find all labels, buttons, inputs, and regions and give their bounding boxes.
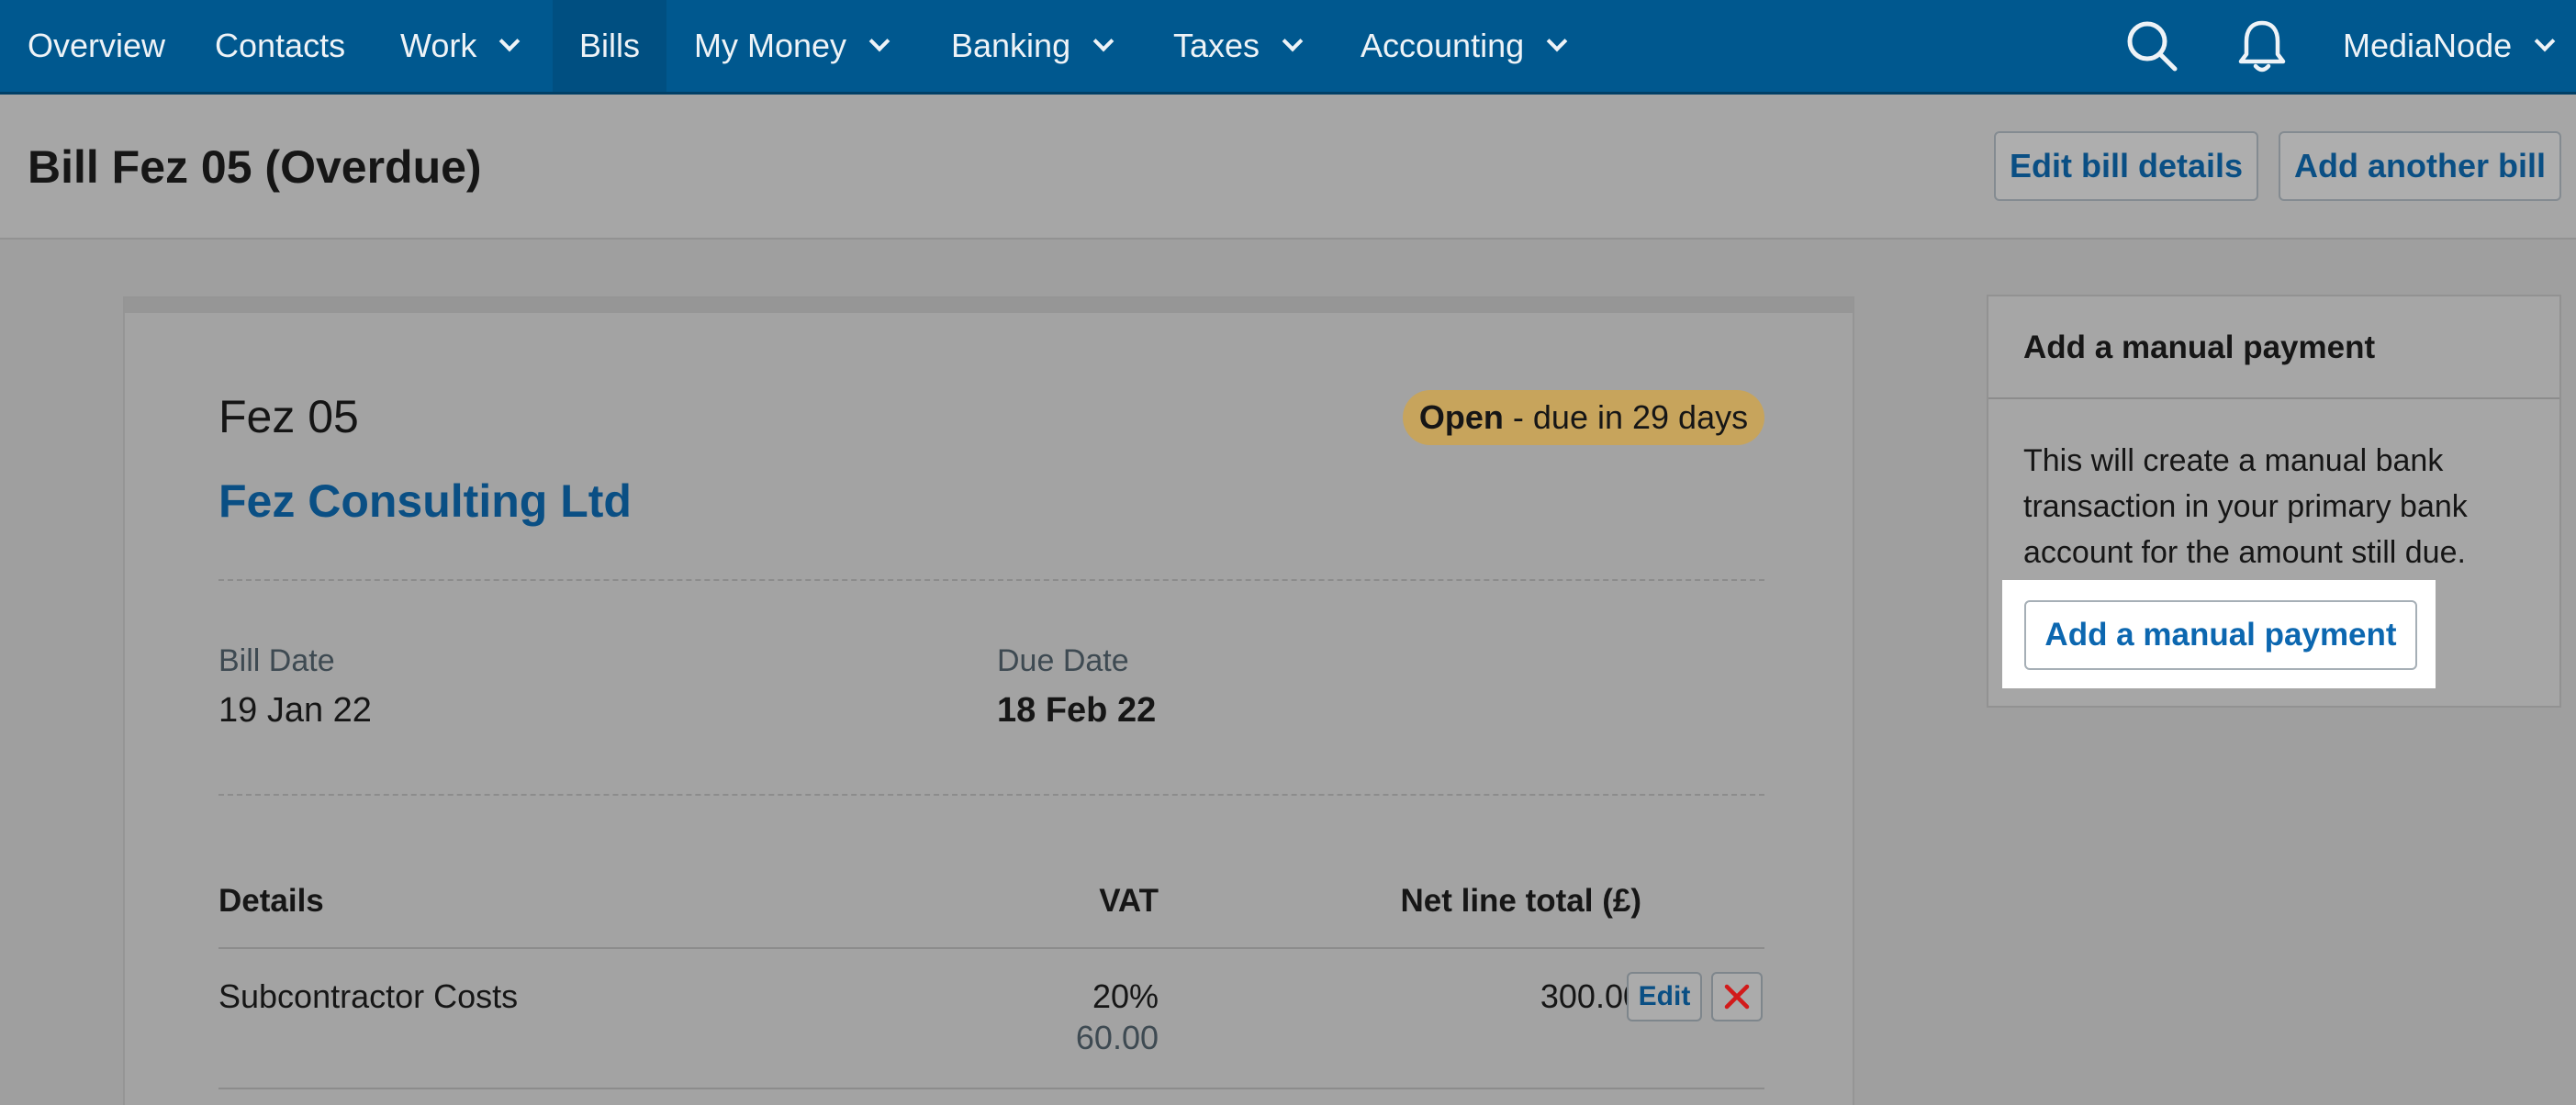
due-date-label: Due Date bbox=[997, 643, 1129, 678]
bill-reference: Fez 05 bbox=[218, 391, 359, 442]
edit-line-button[interactable]: Edit bbox=[1627, 972, 1702, 1021]
table-header-divider bbox=[218, 947, 1764, 949]
panel-header: Add a manual payment bbox=[1988, 296, 2559, 399]
panel-title: Add a manual payment bbox=[2023, 329, 2376, 365]
nav-bills[interactable]: Bills bbox=[553, 0, 666, 92]
page-header: Bill Fez 05 (Overdue) Edit bill details … bbox=[0, 95, 2576, 240]
chevron-down-icon bbox=[1092, 30, 1114, 52]
table-row-divider bbox=[218, 1088, 1764, 1089]
search-button[interactable] bbox=[2122, 0, 2181, 92]
divider bbox=[218, 579, 1764, 581]
chevron-down-icon bbox=[499, 30, 521, 52]
delete-line-button[interactable] bbox=[1711, 972, 1763, 1021]
bill-date-label: Bill Date bbox=[218, 643, 335, 678]
nav-taxes[interactable]: Taxes bbox=[1173, 0, 1304, 92]
bill-date-value: 19 Jan 22 bbox=[218, 691, 372, 730]
nav-work[interactable]: Work bbox=[400, 0, 521, 92]
card-top-strip bbox=[125, 298, 1853, 313]
nav-banking[interactable]: Banking bbox=[951, 0, 1114, 92]
close-icon bbox=[1724, 984, 1750, 1010]
divider bbox=[218, 794, 1764, 796]
due-date-value: 18 Feb 22 bbox=[997, 691, 1157, 730]
top-navigation: Overview Contacts Work Bills My Money Ba… bbox=[0, 0, 2576, 92]
bill-card: Fez 05 Open - due in 29 days Fez Consult… bbox=[123, 296, 1854, 1105]
nav-accounting[interactable]: Accounting bbox=[1361, 0, 1568, 92]
user-menu[interactable]: MediaNode bbox=[2343, 0, 2556, 92]
search-icon bbox=[2127, 21, 2178, 72]
edit-bill-details-button[interactable]: Edit bill details bbox=[1994, 131, 2258, 201]
nav-overview[interactable]: Overview bbox=[28, 0, 165, 92]
col-header-details: Details bbox=[218, 883, 324, 919]
line-net-total: 300.00 bbox=[1540, 977, 1641, 1015]
status-badge: Open - due in 29 days bbox=[1403, 390, 1764, 445]
add-manual-payment-button[interactable]: Add a manual payment bbox=[2024, 600, 2417, 670]
nav-contacts[interactable]: Contacts bbox=[215, 0, 345, 92]
chevron-down-icon bbox=[1282, 30, 1304, 52]
line-details: Subcontractor Costs bbox=[218, 977, 519, 1015]
nav-my-money[interactable]: My Money bbox=[694, 0, 890, 92]
col-header-vat: VAT bbox=[1099, 883, 1159, 919]
panel-description: This will create a manual bank transacti… bbox=[2023, 443, 2468, 570]
chevron-down-icon bbox=[868, 30, 890, 52]
notifications-button[interactable] bbox=[2233, 0, 2291, 92]
line-vat-rate: 20% bbox=[1092, 977, 1159, 1015]
chevron-down-icon bbox=[2534, 30, 2556, 52]
chevron-down-icon bbox=[1546, 30, 1568, 52]
line-vat-amount: 60.00 bbox=[1075, 1019, 1159, 1056]
add-another-bill-button[interactable]: Add another bill bbox=[2279, 131, 2561, 201]
supplier-link[interactable]: Fez Consulting Ltd bbox=[218, 474, 632, 528]
page-title: Bill Fez 05 (Overdue) bbox=[28, 141, 482, 193]
col-header-net: Net line total (£) bbox=[1400, 883, 1641, 919]
bell-icon bbox=[2238, 20, 2286, 73]
